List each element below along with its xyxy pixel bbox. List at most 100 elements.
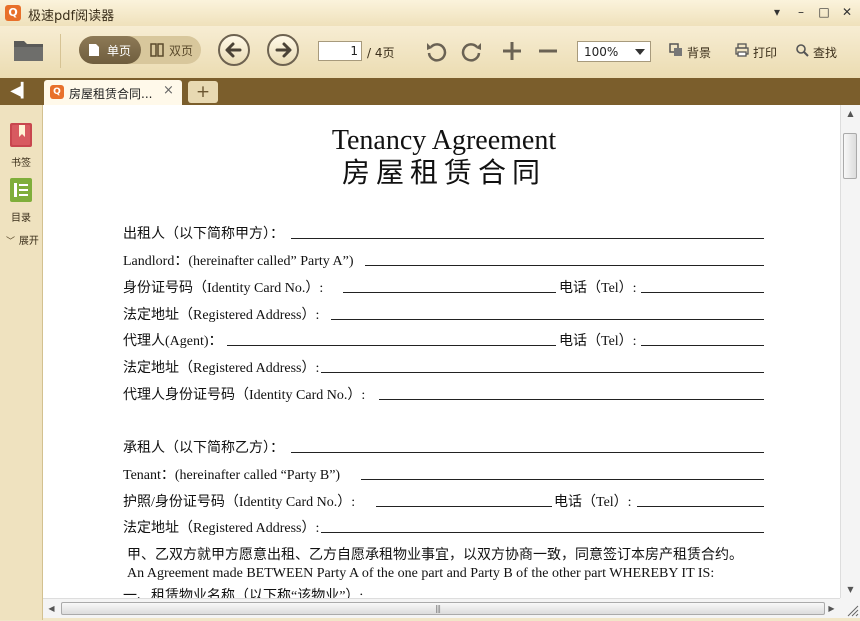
resize-grip-icon[interactable]: [840, 598, 860, 618]
chevron-down-icon: [635, 49, 645, 55]
toolbar-divider: [60, 34, 61, 68]
rotate-ccw-icon: [427, 43, 447, 62]
background-icon: [669, 43, 682, 56]
close-window-button[interactable]: ✕: [838, 4, 856, 20]
fill-line: [227, 330, 556, 346]
form-row-tenant-address: 法定地址（Registered Address）:: [123, 517, 764, 536]
single-page-icon: [89, 44, 99, 56]
form-label: Landlord：(hereinafter called” Party A”): [123, 254, 354, 269]
form-label-tel: 电话（Tel）:: [554, 495, 632, 510]
fill-line: [641, 277, 764, 293]
fill-line: [641, 330, 764, 346]
horizontal-scroll-thumb[interactable]: |||: [61, 602, 825, 615]
page-view-toggle: 单页 双页: [79, 36, 201, 64]
form-row-tenant-cn: 承租人（以下简称乙方）：: [123, 437, 764, 456]
form-row-landlord-en: Landlord：(hereinafter called” Party A”): [123, 250, 764, 269]
pdf-page: Tenancy Agreement 房屋租赁合同 出租人（以下简称甲方）： La…: [49, 105, 839, 598]
arrow-right-icon: [275, 42, 292, 58]
chevron-down-icon: ﹀: [6, 237, 16, 247]
fill-line: [365, 250, 764, 266]
sidebar-expand-button[interactable]: ﹀ 展开: [0, 232, 42, 247]
rotate-cw-icon: [461, 43, 481, 62]
fill-line: [321, 357, 764, 373]
tab-document[interactable]: Q 房屋租赁合同... ×: [44, 80, 182, 105]
form-label-tel: 电话（Tel）:: [559, 334, 637, 349]
scroll-up-arrow-icon[interactable]: ▲: [841, 105, 860, 122]
form-row-landlord-address: 法定地址（Registered Address）:: [123, 304, 764, 323]
search-icon: [796, 44, 809, 57]
form-label-tel: 电话（Tel）:: [559, 281, 637, 296]
form-label: 代理人身份证号码（Identity Card No.）:: [123, 388, 366, 403]
title-bar: Q 极速pdf阅读器 ▾ – □ ✕: [0, 0, 860, 26]
print-label: 打印: [753, 46, 778, 60]
expand-label: 展开: [18, 236, 39, 247]
document-viewport[interactable]: Tenancy Agreement 房屋租赁合同 出租人（以下简称甲方）： La…: [43, 105, 840, 598]
page-number-input[interactable]: [318, 41, 362, 61]
menu-dropdown-button[interactable]: ▾: [768, 4, 786, 20]
next-page-button[interactable]: [267, 34, 299, 66]
toc-label: 目录: [11, 213, 31, 224]
double-page-button[interactable]: 双页: [141, 36, 201, 64]
scroll-right-arrow-icon[interactable]: ▶: [823, 599, 840, 618]
fill-line: [376, 491, 552, 507]
app-logo-icon: Q: [5, 5, 21, 21]
left-sidebar: 书签 目录 ﹀ 展开: [0, 105, 43, 620]
tab-document-label: 房屋租赁合同...: [69, 87, 153, 101]
fill-line: [331, 304, 764, 320]
app-title: 极速pdf阅读器: [28, 9, 115, 24]
agreement-paragraph-cn: 甲、乙双方就甲方愿意出租、乙方自愿承租物业事宜，以双方协商一致，同意签订本房产租…: [127, 548, 743, 563]
form-row-tenant-en: Tenant：(hereinafter called “Party B”): [123, 464, 764, 483]
form-label: 代理人(Agent)：: [123, 334, 223, 349]
zoom-select[interactable]: 100%: [577, 41, 651, 62]
document-title-chinese: 房屋租赁合同: [341, 156, 546, 189]
single-page-button[interactable]: 单页: [79, 36, 141, 64]
zoom-out-button[interactable]: [537, 40, 559, 62]
page-total: / 4页: [367, 46, 395, 60]
maximize-button[interactable]: □: [815, 4, 833, 20]
sidebar-item-bookmarks[interactable]: 书签: [0, 121, 42, 169]
zoom-in-button[interactable]: [501, 40, 523, 62]
minus-icon: [539, 49, 557, 53]
horizontal-scrollbar[interactable]: ◀ ||| ▶: [43, 598, 840, 618]
fill-line: [321, 517, 764, 533]
minimize-button[interactable]: –: [792, 4, 810, 20]
form-label: 法定地址（Registered Address）:: [123, 521, 320, 536]
pdf-file-icon: Q: [50, 85, 64, 99]
form-label: 护照/身份证号码（Identity Card No.）:: [123, 495, 356, 510]
toolbar: 单页 双页 / 4页: [0, 26, 860, 79]
form-label: 承租人（以下简称乙方）：: [123, 441, 284, 456]
form-row-landlord-cn: 出租人（以下简称甲方）：: [123, 223, 764, 242]
printer-icon: [735, 43, 749, 57]
new-tab-button[interactable]: +: [188, 81, 218, 103]
form-row-tenant-id: 护照/身份证号码（Identity Card No.）: 电话（Tel）:: [123, 491, 764, 510]
open-file-button[interactable]: [12, 36, 46, 64]
arrow-left-icon: [225, 42, 242, 58]
fill-line: [379, 384, 764, 400]
double-page-label: 双页: [169, 44, 194, 58]
rotate-right-button[interactable]: [461, 40, 483, 62]
scroll-left-arrow-icon[interactable]: ◀: [43, 599, 60, 618]
fill-line: [637, 491, 764, 507]
rotate-left-button[interactable]: [425, 40, 447, 62]
form-label: 出租人（以下简称甲方）：: [123, 227, 284, 242]
scroll-down-arrow-icon[interactable]: ▼: [841, 581, 860, 598]
form-row-agent: 代理人(Agent)： 电话（Tel）:: [123, 330, 764, 349]
sidebar-toggle-button[interactable]: ◀▎: [0, 78, 42, 105]
double-page-icon: [150, 43, 164, 57]
section-1-heading: 一、租赁物业名称（以下称“该物业”）:: [123, 589, 364, 598]
vertical-scroll-thumb[interactable]: [843, 133, 857, 179]
tab-strip: ◀▎ Q 房屋租赁合同... × +: [0, 78, 860, 105]
tab-close-button[interactable]: ×: [163, 83, 174, 98]
fill-line: [361, 464, 764, 480]
vertical-scrollbar[interactable]: ▲ ▼: [840, 105, 860, 598]
form-label: 法定地址（Registered Address）:: [123, 361, 320, 376]
sidebar-item-toc[interactable]: 目录: [0, 176, 42, 224]
toc-icon: [10, 178, 32, 202]
form-label: Tenant：(hereinafter called “Party B”): [123, 468, 341, 483]
background-label: 背景: [687, 46, 712, 60]
bookmark-icon: [10, 123, 32, 147]
grip-icon: |||: [435, 604, 441, 613]
previous-page-button[interactable]: [218, 34, 250, 66]
form-label: 身份证号码（Identity Card No.）:: [123, 281, 324, 296]
form-row-agent-id: 代理人身份证号码（Identity Card No.）:: [123, 384, 764, 403]
